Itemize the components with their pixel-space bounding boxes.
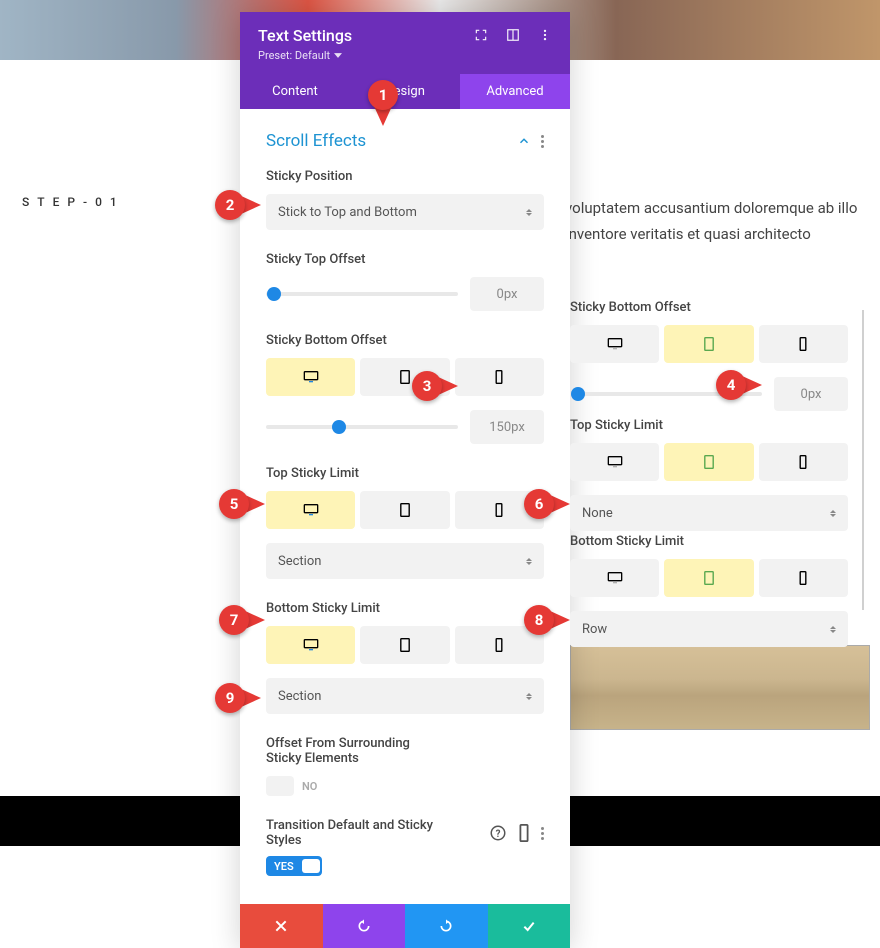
device-tab-desktop[interactable] bbox=[570, 325, 659, 363]
annotation-9: 9 bbox=[215, 683, 261, 713]
help-icon[interactable]: ? bbox=[489, 824, 507, 842]
annotation-1: 1 bbox=[368, 80, 398, 126]
transition-styles-toggle[interactable]: YES bbox=[266, 856, 322, 876]
field-more-icon[interactable] bbox=[541, 827, 544, 840]
more-icon[interactable] bbox=[538, 28, 552, 42]
annotation-3: 3 bbox=[412, 371, 458, 401]
device-tab-desktop[interactable] bbox=[570, 559, 659, 597]
svg-text:?: ? bbox=[496, 829, 501, 840]
redo-button[interactable] bbox=[405, 904, 488, 948]
alt-bottom-sticky-limit-label: Bottom Sticky Limit bbox=[570, 534, 848, 549]
select-caret-icon bbox=[830, 626, 836, 633]
panel-tabs: Content Design Advanced bbox=[240, 74, 570, 109]
cancel-button[interactable] bbox=[240, 904, 323, 948]
annotation-5: 5 bbox=[219, 489, 265, 519]
device-tab-phone[interactable] bbox=[455, 358, 544, 396]
panel-title: Text Settings bbox=[258, 26, 352, 45]
background-paragraph: voluptatem accusantium doloremque ab ill… bbox=[565, 195, 860, 247]
caret-down-icon bbox=[334, 53, 342, 58]
text-settings-panel: Text Settings Preset: Default Content De… bbox=[240, 12, 570, 948]
sticky-top-offset-value[interactable]: 0px bbox=[470, 277, 544, 311]
alt-top-sticky-limit-block: Top Sticky Limit None bbox=[570, 418, 848, 531]
sticky-bottom-offset-value[interactable]: 150px bbox=[470, 410, 544, 444]
undo-button[interactable] bbox=[323, 904, 406, 948]
alt-bottom-sticky-limit-select[interactable]: Row bbox=[570, 611, 848, 647]
device-tab-tablet[interactable] bbox=[664, 559, 753, 597]
sticky-top-offset-label: Sticky Top Offset bbox=[266, 252, 544, 267]
sticky-position-label: Sticky Position bbox=[266, 169, 544, 184]
alt-bottom-sticky-limit-block: Bottom Sticky Limit Row bbox=[570, 534, 848, 647]
slider-thumb[interactable] bbox=[332, 420, 346, 434]
alt-sticky-bottom-offset-value[interactable]: 0px bbox=[774, 377, 848, 411]
phone-icon[interactable] bbox=[515, 824, 533, 842]
device-tab-tablet[interactable] bbox=[664, 325, 753, 363]
slider-thumb[interactable] bbox=[267, 287, 281, 301]
layout-icon[interactable] bbox=[506, 28, 520, 42]
device-tab-tablet[interactable] bbox=[664, 443, 753, 481]
tab-design[interactable]: Design bbox=[350, 74, 460, 109]
select-caret-icon bbox=[830, 510, 836, 517]
bottom-sticky-limit-label: Bottom Sticky Limit bbox=[266, 601, 544, 616]
alt-sticky-bottom-offset-block: Sticky Bottom Offset 0px bbox=[570, 300, 848, 411]
panel-header: Text Settings Preset: Default bbox=[240, 12, 570, 74]
step-label: STEP-01 bbox=[22, 195, 125, 209]
tab-advanced[interactable]: Advanced bbox=[460, 74, 570, 109]
slider-thumb[interactable] bbox=[571, 387, 585, 401]
sticky-bottom-offset-label: Sticky Bottom Offset bbox=[266, 333, 544, 348]
sticky-top-offset-slider[interactable] bbox=[266, 292, 458, 296]
device-tab-desktop[interactable] bbox=[570, 443, 659, 481]
collapse-icon[interactable] bbox=[517, 134, 531, 148]
device-tab-desktop[interactable] bbox=[266, 626, 355, 664]
alt-top-sticky-limit-label: Top Sticky Limit bbox=[570, 418, 848, 433]
section-more-icon[interactable] bbox=[541, 135, 544, 148]
annotation-8: 8 bbox=[524, 605, 570, 635]
device-tab-phone[interactable] bbox=[759, 559, 848, 597]
decorative-divider bbox=[862, 310, 864, 610]
device-tab-desktop[interactable] bbox=[266, 491, 355, 529]
top-sticky-limit-label: Top Sticky Limit bbox=[266, 466, 544, 481]
transition-styles-label: Transition Default and Sticky Styles bbox=[266, 818, 446, 848]
annotation-6: 6 bbox=[524, 489, 570, 519]
device-tab-desktop[interactable] bbox=[266, 358, 355, 396]
device-tab-phone[interactable] bbox=[759, 325, 848, 363]
top-sticky-limit-device-tabs bbox=[266, 491, 544, 529]
offset-surrounding-label: Offset From Surrounding Sticky Elements bbox=[266, 736, 436, 766]
select-caret-icon bbox=[526, 209, 532, 216]
background-wood-image bbox=[570, 645, 870, 730]
alt-sticky-bottom-offset-label: Sticky Bottom Offset bbox=[570, 300, 848, 315]
sticky-position-select[interactable]: Stick to Top and Bottom bbox=[266, 194, 544, 230]
sticky-bottom-offset-device-tabs bbox=[266, 358, 544, 396]
offset-surrounding-toggle[interactable] bbox=[266, 776, 294, 796]
tab-content[interactable]: Content bbox=[240, 74, 350, 109]
panel-footer bbox=[240, 904, 570, 948]
device-tab-tablet[interactable] bbox=[360, 491, 449, 529]
offset-surrounding-value: NO bbox=[302, 780, 317, 793]
device-tab-phone[interactable] bbox=[759, 443, 848, 481]
device-tab-tablet[interactable] bbox=[360, 626, 449, 664]
sticky-bottom-offset-slider[interactable] bbox=[266, 425, 458, 429]
top-sticky-limit-select[interactable]: Section bbox=[266, 543, 544, 579]
preset-dropdown[interactable]: Preset: Default bbox=[258, 49, 352, 62]
scroll-effects-heading[interactable]: Scroll Effects bbox=[266, 131, 366, 151]
expand-icon[interactable] bbox=[474, 28, 488, 42]
bottom-sticky-limit-select[interactable]: Section bbox=[266, 678, 544, 714]
annotation-4: 4 bbox=[716, 370, 762, 400]
alt-top-sticky-limit-select[interactable]: None bbox=[570, 495, 848, 531]
annotation-2: 2 bbox=[215, 190, 261, 220]
bottom-sticky-limit-device-tabs bbox=[266, 626, 544, 664]
select-caret-icon bbox=[526, 558, 532, 565]
annotation-7: 7 bbox=[219, 605, 265, 635]
confirm-button[interactable] bbox=[488, 904, 571, 948]
select-caret-icon bbox=[526, 693, 532, 700]
